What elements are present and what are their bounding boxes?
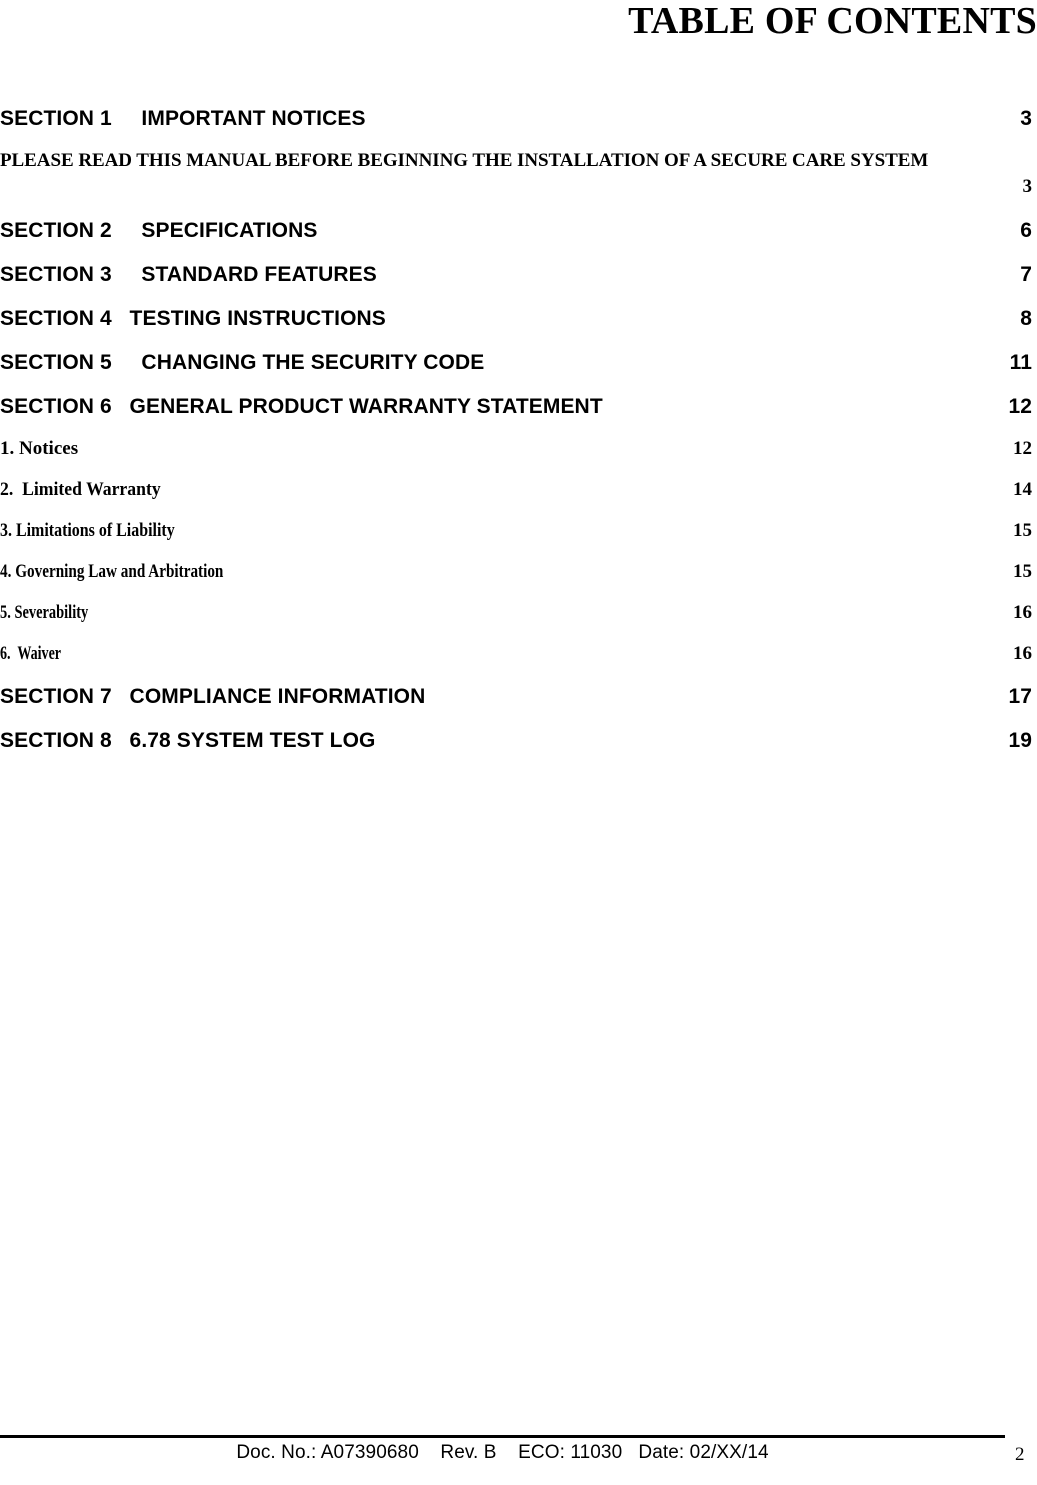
toc-entry-page-number: 8 xyxy=(1020,307,1032,330)
toc-entry[interactable]: 5. Severability 16 xyxy=(0,584,1037,625)
toc-entry[interactable]: SECTION 4 TESTING INSTRUCTIONS 8 xyxy=(0,288,1037,332)
toc-entry[interactable]: SECTION 7 COMPLIANCE INFORMATION 17 xyxy=(0,666,1037,710)
toc-entry[interactable]: 4. Governing Law and Arbitration 15 xyxy=(0,543,1037,584)
toc-entry-label: PLEASE READ THIS MANUAL BEFORE BEGINNING… xyxy=(0,150,929,171)
toc-entry[interactable]: SECTION 6 GENERAL PRODUCT WARRANTY STATE… xyxy=(0,376,1037,420)
toc-entry-label: SECTION 4 TESTING INSTRUCTIONS xyxy=(0,307,386,330)
toc-entry-label: 4. Governing Law and Arbitration xyxy=(0,561,224,582)
toc-entry-page-number: 6 xyxy=(1020,219,1032,242)
toc-entry-page-number: 16 xyxy=(1013,643,1032,664)
toc-entry-label: 1. Notices xyxy=(0,438,79,459)
toc-entry-page-number: 11 xyxy=(1009,351,1032,374)
toc-entry[interactable]: 6. Waiver 16 xyxy=(0,625,1037,666)
toc-entry-label: 3. Limitations of Liability xyxy=(0,520,175,541)
toc-entry-page-number: 3 xyxy=(1020,107,1032,130)
toc-entry-label: SECTION 2 SPECIFICATIONS xyxy=(0,219,318,242)
toc-entry-page-number: 16 xyxy=(1013,602,1032,623)
toc-entry[interactable]: 3. Limitations of Liability 15 xyxy=(0,502,1037,543)
toc-entry-label: SECTION 8 6.78 SYSTEM TEST LOG xyxy=(0,729,376,752)
toc-entry-page-number: 12 xyxy=(1008,395,1032,418)
toc-entry[interactable]: SECTION 3 STANDARD FEATURES 7 xyxy=(0,244,1037,288)
toc-entry-page-number: 15 xyxy=(1013,561,1032,582)
page-footer: Doc. No.: A07390680 Rev. B ECO: 11030 Da… xyxy=(0,1429,1037,1485)
toc-entry-label: SECTION 5 CHANGING THE SECURITY CODE xyxy=(0,351,485,374)
toc-entry[interactable]: PLEASE READ THIS MANUAL BEFORE BEGINNING… xyxy=(0,132,1037,200)
toc-entry-label: 6. Waiver xyxy=(0,643,62,664)
toc-entry-label: 2. Limited Warranty xyxy=(0,479,161,500)
toc-entry[interactable]: SECTION 5 CHANGING THE SECURITY CODE 11 xyxy=(0,332,1037,376)
table-of-contents: SECTION 1 IMPORTANT NOTICES 3 PLEASE READ … xyxy=(0,88,1037,754)
page-title: TABLE OF CONTENTS xyxy=(628,0,1037,42)
toc-entry-label: SECTION 7 COMPLIANCE INFORMATION xyxy=(0,685,426,708)
toc-entry[interactable]: SECTION 8 6.78 SYSTEM TEST LOG 19 xyxy=(0,710,1037,754)
footer-divider xyxy=(0,1435,1005,1438)
toc-entry-page-number: 19 xyxy=(1008,729,1032,752)
toc-entry-page-number: 15 xyxy=(1013,520,1032,541)
toc-entry-page-number: 14 xyxy=(1013,479,1032,500)
document-page: TABLE OF CONTENTS SECTION 1 IMPORTANT NO… xyxy=(0,0,1037,1485)
footer-document-info: Doc. No.: A07390680 Rev. B ECO: 11030 Da… xyxy=(236,1442,769,1463)
toc-entry-label: SECTION 1 IMPORTANT NOTICES xyxy=(0,107,366,130)
toc-entry[interactable]: SECTION 1 IMPORTANT NOTICES 3 xyxy=(0,88,1037,132)
toc-entry[interactable]: SECTION 2 SPECIFICATIONS 6 xyxy=(0,200,1037,244)
footer-page-number: 2 xyxy=(1015,1444,1025,1465)
toc-entry-page-number: 7 xyxy=(1020,263,1032,286)
toc-entry-page-number: 3 xyxy=(1022,176,1033,197)
toc-entry[interactable]: 1. Notices 12 xyxy=(0,420,1037,461)
toc-entry-page-number: 17 xyxy=(1008,685,1032,708)
toc-entry-label: SECTION 6 GENERAL PRODUCT WARRANTY STATE… xyxy=(0,395,603,418)
toc-entry-page-number: 12 xyxy=(1013,438,1032,459)
toc-entry[interactable]: 2. Limited Warranty 14 xyxy=(0,461,1037,502)
toc-entry-label: 5. Severability xyxy=(0,602,89,623)
toc-entry-label: SECTION 3 STANDARD FEATURES xyxy=(0,263,377,286)
